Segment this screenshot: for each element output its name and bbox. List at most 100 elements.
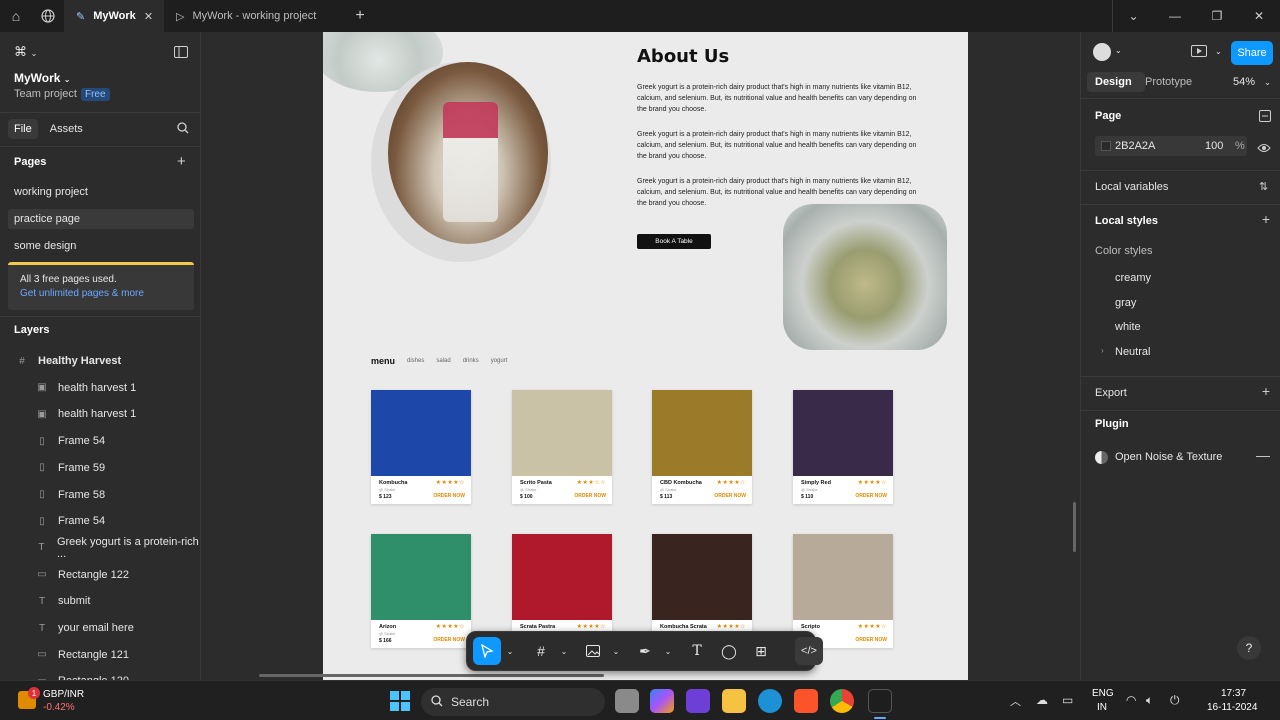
style-item-creamy[interactable]: creamy bbox=[1115, 272, 1151, 284]
canvas-scrollbar-horizontal[interactable] bbox=[259, 674, 604, 677]
avatar[interactable] bbox=[1093, 43, 1111, 61]
workspace-name[interactable]: MyWork ⌄ bbox=[14, 71, 71, 85]
power-icon[interactable]: ⏻ bbox=[1170, 693, 1180, 708]
style-item-gray[interactable]: gray bbox=[1115, 297, 1136, 309]
page-settings-icon[interactable] bbox=[1259, 109, 1271, 127]
style-group-neutral[interactable]: Neutral bbox=[1115, 346, 1150, 358]
page-opacity[interactable]: 100 bbox=[1205, 140, 1223, 152]
tab-file[interactable]: File bbox=[8, 119, 38, 139]
chrome-icon[interactable] bbox=[830, 689, 854, 713]
maximize-icon[interactable]: ❐ bbox=[1196, 0, 1238, 32]
text-tool-icon[interactable]: T bbox=[683, 637, 711, 665]
local-variables[interactable]: Local variables bbox=[1095, 181, 1168, 193]
healthy-harvest-frame[interactable]: About Us Greek yogurt is a protein-rich … bbox=[323, 32, 968, 680]
layer-item[interactable]: ▣ health harvest 1 bbox=[0, 375, 200, 401]
share-button[interactable]: Share bbox=[1231, 41, 1273, 65]
tabs-dropdown-icon[interactable]: ⌄ bbox=[1112, 0, 1154, 32]
layer-item[interactable]: ▭Rectangle 120 bbox=[0, 668, 200, 680]
figma-app-icon[interactable] bbox=[868, 689, 892, 713]
present-chevron-icon[interactable]: ⌄ bbox=[1215, 47, 1222, 56]
canvas-scrollbar-vertical[interactable] bbox=[1073, 502, 1076, 552]
search-icon[interactable] bbox=[177, 121, 189, 139]
close-window-icon[interactable]: ✕ bbox=[1238, 0, 1280, 32]
menu-tab-yogurt[interactable]: yogurt bbox=[491, 358, 508, 364]
windows-start-icon[interactable] bbox=[390, 691, 410, 716]
about-paragraph-2[interactable]: Greek yogurt is a protein-rich dairy pro… bbox=[637, 129, 927, 162]
battery-icon[interactable]: ▭ bbox=[1062, 693, 1073, 707]
add-style-plus-icon[interactable]: + bbox=[1262, 211, 1270, 227]
order-now-button[interactable]: ORDER NOW bbox=[433, 637, 465, 643]
page-item-practice-page[interactable]: practice page bbox=[8, 209, 194, 229]
page-item-some-design[interactable]: some design bbox=[8, 236, 194, 256]
order-now-button[interactable]: ORDER NOW bbox=[574, 493, 606, 499]
variables-adjust-icon[interactable]: ⇅ bbox=[1259, 180, 1268, 193]
tab-assets[interactable]: Assets bbox=[44, 119, 89, 139]
image-tool-icon[interactable] bbox=[579, 637, 607, 665]
layer-item[interactable]: T Greek yogurt is a protein-rich ... bbox=[0, 535, 200, 561]
image-tool-caret[interactable]: ⌄ bbox=[611, 637, 621, 665]
page-item-working-project[interactable]: working project bbox=[8, 182, 194, 202]
plan-badge[interactable]: Free bbox=[80, 88, 110, 101]
tab-prototype[interactable]: Prototype bbox=[1145, 76, 1192, 88]
home-icon[interactable]: ⌂ bbox=[0, 0, 32, 32]
menu-card[interactable]: Arizon @ Shake $ 166 ★★★★☆ ORDER NOW bbox=[371, 534, 471, 648]
chevron-right-icon[interactable]: › bbox=[1101, 346, 1104, 355]
design-canvas[interactable]: About Us Greek yogurt is a protein-rich … bbox=[201, 32, 1079, 680]
plugin-open-noise-texture[interactable]: Open Noise & Texture bbox=[1115, 451, 1222, 463]
add-export-plus-icon[interactable]: + bbox=[1262, 383, 1270, 399]
style-item-white[interactable]: white bbox=[1115, 321, 1141, 333]
order-now-button[interactable]: ORDER NOW bbox=[714, 493, 746, 499]
order-now-button[interactable]: ORDER NOW bbox=[855, 493, 887, 499]
present-icon[interactable] bbox=[1191, 45, 1207, 64]
menu-card[interactable]: CBD Kombucha @ Shake $ 113 ★★★★☆ ORDER NOW bbox=[652, 390, 752, 504]
visibility-eye-icon[interactable] bbox=[1257, 140, 1271, 158]
upgrade-link[interactable]: Get unlimited pages & more bbox=[20, 287, 182, 301]
order-now-button[interactable]: ORDER NOW bbox=[855, 637, 887, 643]
order-now-button[interactable]: ORDER NOW bbox=[433, 493, 465, 499]
actions-tool-icon[interactable]: ⊞ bbox=[747, 637, 775, 665]
layer-item[interactable]: ▯ Frame 59 bbox=[0, 455, 200, 481]
file-explorer-icon[interactable] bbox=[722, 689, 746, 713]
layer-item[interactable]: # Healthy Harvest bbox=[0, 348, 200, 374]
about-us-title[interactable]: About Us bbox=[637, 46, 729, 67]
menu-title[interactable]: menu bbox=[371, 356, 395, 366]
clock-time[interactable]: 17:37 bbox=[1221, 688, 1246, 699]
move-tool-icon[interactable] bbox=[473, 637, 501, 665]
remove-plugin-minus-icon[interactable]: — bbox=[1256, 447, 1270, 463]
tab-mywork[interactable]: ✎ MyWork ✕ bbox=[64, 0, 164, 32]
volume-icon[interactable]: 🔈︎ bbox=[1146, 693, 1153, 708]
layer-item[interactable]: Tsubmit bbox=[0, 588, 200, 614]
menu-tab-salad[interactable]: salad bbox=[436, 358, 450, 364]
wifi-icon[interactable]: ◠ bbox=[1126, 693, 1136, 707]
panel-toggle-icon[interactable] bbox=[174, 45, 188, 63]
layer-item[interactable]: ▯ Frame 54 bbox=[0, 428, 200, 454]
layer-item[interactable]: ▭ Rectangle 122 bbox=[0, 562, 200, 588]
ticker-name[interactable]: GBP/INR bbox=[43, 689, 84, 700]
tab-design[interactable]: Design bbox=[1095, 76, 1132, 88]
language-region[interactable]: IN bbox=[1097, 702, 1107, 713]
close-tab-icon[interactable]: ✕ bbox=[144, 10, 153, 23]
figma-menu-icon[interactable]: ⌘ ⌄ bbox=[14, 44, 37, 60]
frame-tool-caret[interactable]: ⌄ bbox=[559, 637, 569, 665]
edge-icon[interactable] bbox=[758, 689, 782, 713]
language-code[interactable]: ENG bbox=[1092, 688, 1114, 699]
comment-tool-icon[interactable]: ◯ bbox=[715, 637, 743, 665]
dev-mode-code-icon[interactable]: </> bbox=[795, 637, 823, 665]
avatar-chevron-icon[interactable]: ⌄ bbox=[1115, 46, 1122, 55]
frame-tool-icon[interactable]: # bbox=[527, 637, 555, 665]
pen-tool-caret[interactable]: ⌄ bbox=[663, 637, 673, 665]
visual-studio-icon[interactable] bbox=[686, 689, 710, 713]
pen-tool-icon[interactable]: ✒ bbox=[631, 637, 659, 665]
taskbar-search[interactable]: Search bbox=[421, 688, 605, 716]
new-tab-plus-icon[interactable]: + bbox=[344, 0, 376, 32]
layer-item[interactable]: ▣ health harvest 1 bbox=[0, 401, 200, 427]
book-table-button[interactable]: Book A Table bbox=[637, 234, 711, 249]
globe-icon[interactable] bbox=[32, 0, 64, 32]
layer-item[interactable]: ▯ Frame 54 bbox=[0, 508, 200, 534]
page-color-hex[interactable]: 2B2A2A bbox=[1115, 140, 1155, 152]
copilot-icon[interactable] bbox=[650, 689, 674, 713]
add-page-plus-icon[interactable]: + bbox=[177, 153, 186, 170]
brave-icon[interactable] bbox=[794, 689, 818, 713]
zoom-level[interactable]: 54% ⌄ bbox=[1233, 76, 1271, 88]
menu-tab-dishes[interactable]: dishes bbox=[407, 358, 424, 364]
